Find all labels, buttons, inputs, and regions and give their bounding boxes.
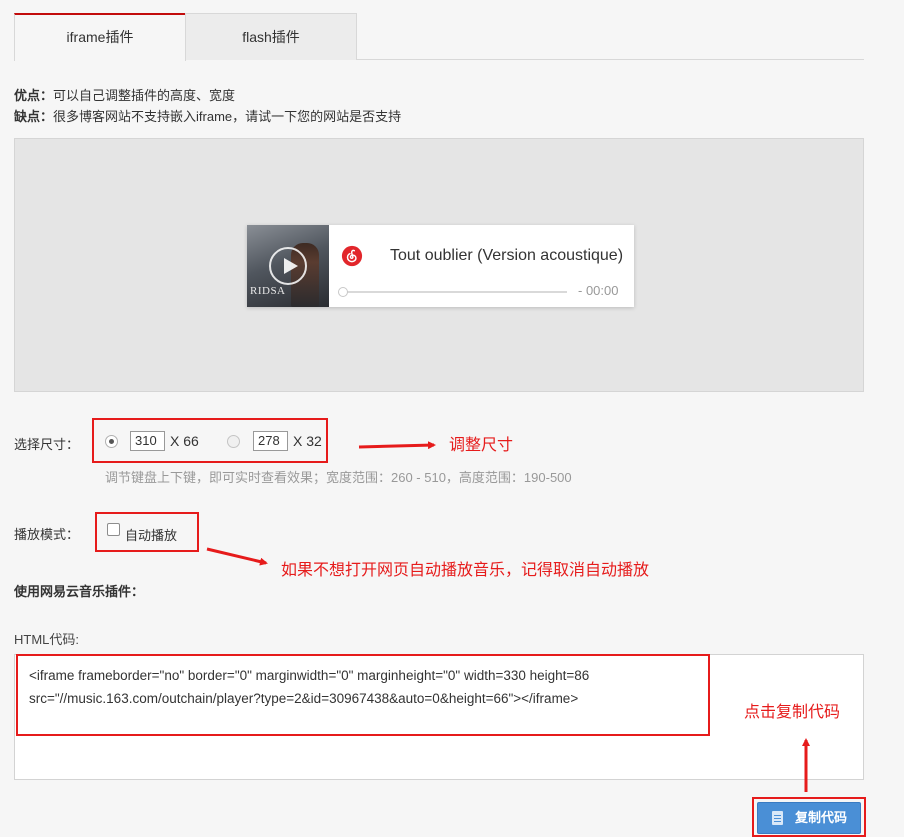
copy-annotation: 点击复制代码: [744, 704, 841, 721]
copy-icon: [772, 811, 783, 825]
size-option-2-radio[interactable]: [227, 435, 240, 448]
size-options-highlight: 310 X 66 278 X 32: [92, 418, 328, 463]
copy-button-label: 复制代码: [795, 810, 848, 825]
autoplay-highlight: 自动播放: [95, 512, 199, 552]
tab-iframe-plugin[interactable]: iframe插件: [14, 13, 186, 61]
size-option-1-radio[interactable]: [105, 435, 118, 448]
width-input-1[interactable]: 310: [130, 431, 165, 451]
html-code-label: HTML代码:: [14, 632, 80, 647]
size-label: 选择尺寸：: [14, 437, 80, 452]
cons-label: 缺点：: [14, 109, 54, 124]
height-label-1: X 66: [170, 433, 199, 449]
plugin-info: 优点：可以自己调整插件的高度、宽度 缺点：很多博客网站不支持嵌入iframe，请…: [14, 85, 401, 127]
autoplay-checkbox[interactable]: [107, 523, 120, 536]
copy-button-highlight: 复制代码: [752, 797, 866, 837]
autoplay-label[interactable]: 自动播放: [125, 525, 177, 544]
album-cover: RIDSA: [247, 225, 329, 307]
pros-text: 可以自己调整插件的高度、宽度: [53, 88, 236, 103]
tab-bar: iframe插件 flash插件: [14, 13, 864, 61]
progress-track[interactable]: [339, 291, 567, 293]
song-title: Tout oublier (Version acoustique): [390, 247, 624, 264]
music-player-widget: RIDSA Tout oublier (Version acoustique) …: [247, 225, 634, 307]
tab-flash-plugin[interactable]: flash插件: [185, 13, 357, 60]
size-hint: 调节键盘上下键，即可实时查看效果；宽度范围：260 - 510，高度范围：190…: [105, 470, 572, 485]
size-arrow: [358, 441, 436, 450]
autoplay-arrow: [206, 547, 268, 566]
height-label-2: X 32: [293, 433, 322, 449]
album-cover-text: RIDSA: [250, 285, 286, 297]
autoplay-annotation: 如果不想打开网页自动播放音乐，记得取消自动播放: [281, 562, 650, 579]
netease-music-logo-icon: [341, 245, 363, 267]
play-time: - 00:00: [578, 283, 619, 298]
play-icon[interactable]: [269, 247, 307, 285]
pros-label: 优点：: [14, 88, 54, 103]
progress-handle[interactable]: [338, 287, 348, 297]
size-annotation: 调整尺寸: [449, 437, 514, 454]
cons-text: 很多博客网站不支持嵌入iframe，请试一下您的网站是否支持: [53, 109, 402, 124]
code-highlight: [16, 654, 710, 736]
plugin-section-title: 使用网易云音乐插件：: [14, 584, 145, 599]
copy-code-button[interactable]: 复制代码: [757, 802, 861, 834]
width-input-2[interactable]: 278: [253, 431, 288, 451]
play-mode-label: 播放模式：: [14, 527, 80, 542]
player-preview-area: RIDSA Tout oublier (Version acoustique) …: [14, 138, 864, 392]
